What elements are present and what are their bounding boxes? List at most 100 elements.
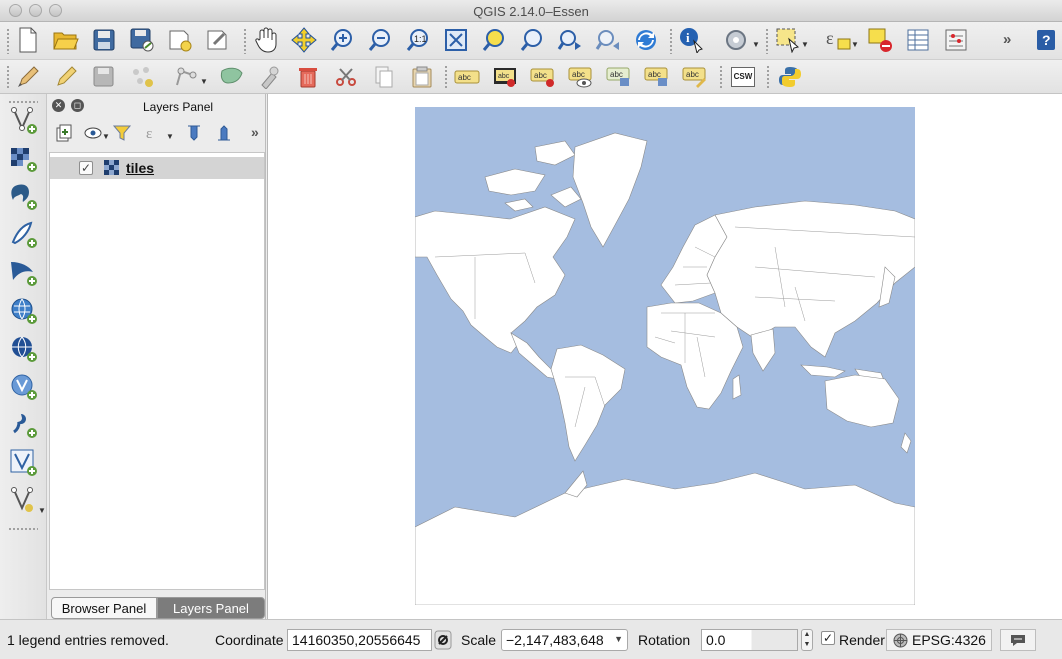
highlight-pinned-labels-icon[interactable]: abc — [491, 63, 519, 91]
refresh-icon[interactable] — [632, 26, 660, 54]
csw-label: CSW — [731, 67, 755, 87]
map-canvas[interactable] — [267, 94, 1062, 619]
toolbar-grip[interactable] — [765, 28, 769, 54]
new-project-icon[interactable] — [14, 26, 42, 54]
rotation-field[interactable]: 0.0 — [701, 629, 798, 651]
filter-by-expression-icon[interactable]: ε — [140, 119, 168, 147]
toolbar-grip[interactable] — [8, 100, 38, 104]
expand-all-icon[interactable] — [180, 119, 208, 147]
node-tool-icon[interactable] — [218, 63, 246, 91]
save-edits-icon[interactable] — [90, 63, 118, 91]
crs-status-button[interactable]: EPSG:4326 — [886, 629, 992, 651]
scale-select[interactable]: −2,147,483,648 ▼ — [501, 629, 628, 651]
python-console-icon[interactable] — [776, 63, 804, 91]
zoom-actual-icon[interactable]: 1:1 — [404, 26, 432, 54]
layer-visibility-checkbox[interactable]: ✓ — [79, 161, 93, 175]
copy-features-icon[interactable] — [332, 63, 360, 91]
deselect-icon[interactable] — [866, 26, 894, 54]
add-wcs-layer-icon[interactable] — [9, 334, 39, 364]
delete-selected-icon[interactable] — [256, 63, 284, 91]
add-wms-layer-icon[interactable] — [9, 296, 39, 326]
toolbar-grip[interactable] — [669, 28, 673, 54]
map-tips-icon[interactable]: ? — [1032, 26, 1060, 54]
field-calculator-icon[interactable] — [942, 26, 970, 54]
toolbar-grip[interactable] — [6, 65, 10, 89]
toolbar-grip[interactable] — [243, 28, 247, 54]
toolbar-overflow-icon[interactable]: » — [1003, 31, 1011, 48]
zoom-full-icon[interactable] — [442, 26, 470, 54]
new-shapefile-layer-icon[interactable] — [9, 486, 39, 516]
title-bar: QGIS 2.14.0–Essen — [0, 0, 1062, 22]
render-checkbox[interactable]: ✓ — [821, 631, 835, 645]
cut-features-icon[interactable] — [294, 63, 322, 91]
zoom-next-icon[interactable] — [594, 26, 622, 54]
toolbar-grip[interactable] — [444, 65, 448, 89]
coordinate-field[interactable]: 14160350,20556645 — [287, 629, 432, 651]
zoom-out-icon[interactable] — [366, 26, 394, 54]
close-panel-icon[interactable]: ✕ — [52, 99, 65, 112]
run-action-icon[interactable] — [722, 26, 750, 54]
zoom-to-layer-icon[interactable] — [518, 26, 546, 54]
run-action-dropdown-icon[interactable]: ▼ — [752, 40, 760, 49]
paste-icon[interactable] — [408, 63, 436, 91]
add-spatialite-layer-icon[interactable] — [9, 220, 39, 250]
add-postgis-layer-icon[interactable] — [9, 182, 39, 212]
toggle-extents-icon[interactable] — [434, 630, 452, 653]
toolbar-grip[interactable] — [766, 65, 770, 89]
show-hide-labels-icon[interactable]: abc — [567, 63, 595, 91]
select-dropdown-icon[interactable]: ▼ — [801, 40, 809, 49]
panel-overflow-icon[interactable]: » — [251, 124, 259, 140]
add-wfs-layer-icon[interactable] — [9, 372, 39, 402]
layer-row-tiles[interactable]: ✓ tiles — [50, 157, 264, 179]
add-feature-icon[interactable] — [128, 63, 156, 91]
tab-layers-panel[interactable]: Layers Panel — [157, 597, 265, 619]
add-delimited-text-layer-icon[interactable] — [9, 410, 39, 440]
zoom-in-icon[interactable] — [328, 26, 356, 54]
add-virtual-layer-icon[interactable] — [9, 448, 39, 478]
messages-button[interactable] — [1000, 629, 1036, 651]
tab-browser-panel[interactable]: Browser Panel — [51, 597, 157, 619]
identify-icon[interactable]: i — [678, 26, 706, 54]
csw-icon[interactable]: CSW — [729, 63, 757, 91]
pan-to-selection-icon[interactable] — [290, 26, 318, 54]
move-feature-icon[interactable] — [172, 63, 200, 91]
collapse-all-icon[interactable] — [210, 119, 238, 147]
move-label-icon[interactable]: abc — [605, 63, 633, 91]
add-group-icon[interactable] — [50, 119, 78, 147]
world-map-tiles[interactable] — [415, 107, 915, 605]
toolbar-grip[interactable] — [6, 28, 10, 54]
digitize-icon[interactable] — [14, 63, 42, 91]
float-panel-icon[interactable]: ◻ — [71, 99, 84, 112]
filter-legend-icon[interactable] — [108, 119, 136, 147]
select-features-icon[interactable] — [774, 26, 802, 54]
move-feature-dropdown-icon[interactable]: ▼ — [200, 77, 208, 86]
panel-title: Layers Panel — [143, 100, 214, 114]
zoom-to-selection-icon[interactable] — [480, 26, 508, 54]
add-mssql-layer-icon[interactable] — [9, 258, 39, 288]
rotate-label-icon[interactable]: abc — [643, 63, 671, 91]
pin-labels-icon[interactable]: abc — [529, 63, 557, 91]
expression-filter-dropdown-icon[interactable]: ▼ — [166, 132, 174, 141]
toolbar-grip[interactable] — [719, 65, 723, 89]
rotation-spinner[interactable]: ▲ ▼ — [801, 629, 813, 651]
add-raster-layer-icon[interactable] — [9, 144, 39, 174]
new-layer-dropdown-icon[interactable]: ▼ — [38, 506, 46, 515]
paste-features-icon[interactable] — [370, 63, 398, 91]
toolbar-grip[interactable] — [8, 527, 38, 531]
add-vector-layer-icon[interactable] — [9, 106, 39, 136]
open-project-icon[interactable] — [52, 26, 80, 54]
svg-text:abc: abc — [686, 70, 699, 79]
pan-icon[interactable] — [252, 26, 280, 54]
change-label-icon[interactable]: abc — [681, 63, 709, 91]
label-icon[interactable]: abc — [453, 63, 481, 91]
select-by-expression-icon[interactable]: ε — [824, 26, 852, 54]
attribute-table-icon[interactable] — [904, 26, 932, 54]
composer-manager-icon[interactable] — [204, 26, 232, 54]
save-as-icon[interactable] — [128, 26, 156, 54]
scale-dropdown-icon[interactable]: ▼ — [614, 634, 623, 644]
save-project-icon[interactable] — [90, 26, 118, 54]
toggle-editing-icon[interactable] — [52, 63, 80, 91]
new-print-composer-icon[interactable] — [166, 26, 194, 54]
zoom-last-icon[interactable] — [556, 26, 584, 54]
expression-dropdown-icon[interactable]: ▼ — [851, 40, 859, 49]
